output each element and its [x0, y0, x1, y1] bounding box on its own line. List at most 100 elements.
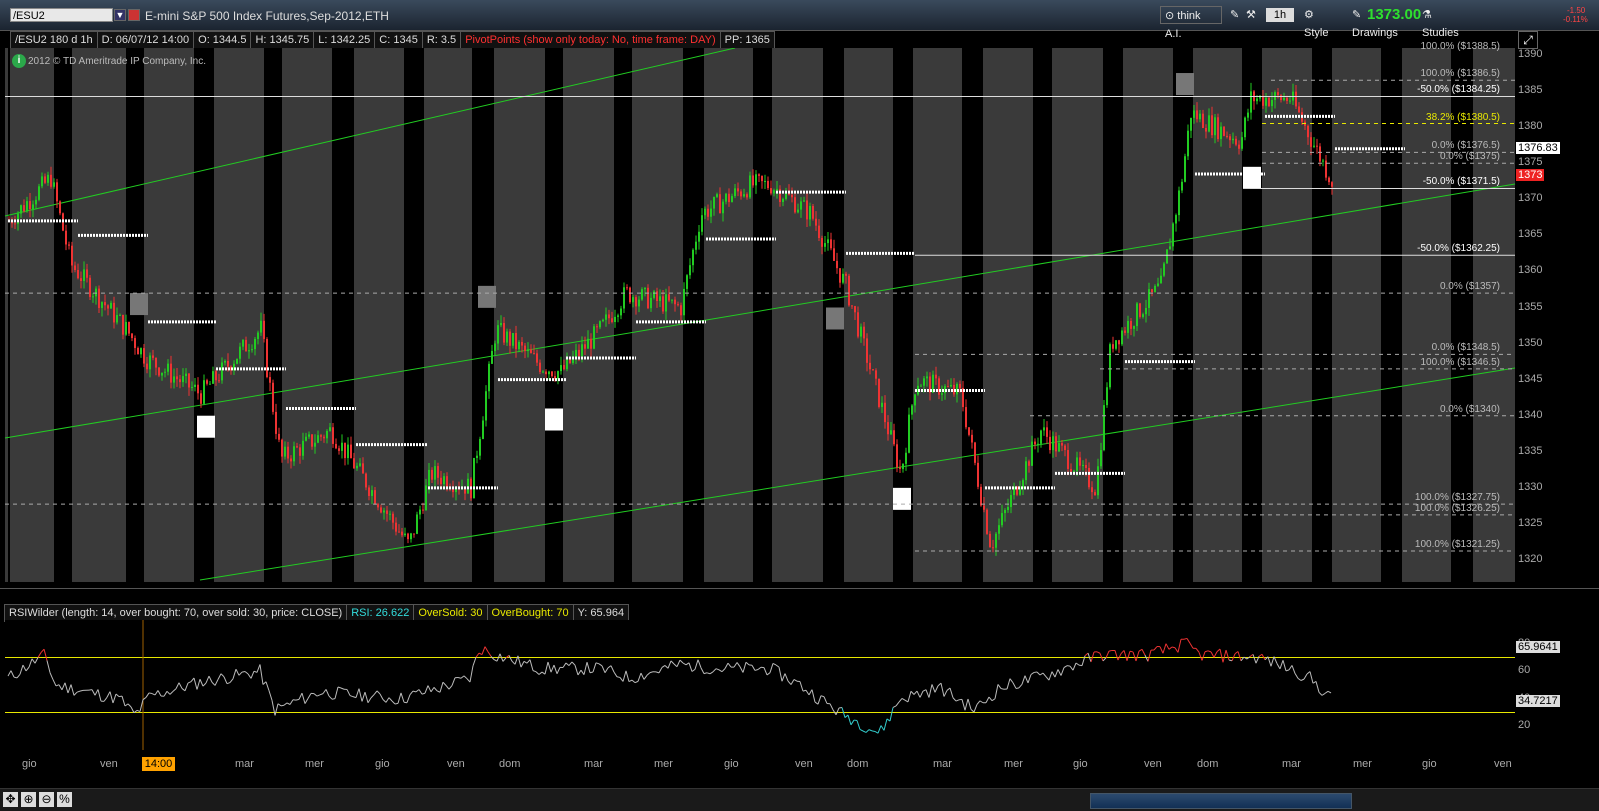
candle-body	[476, 456, 478, 458]
candle-body	[542, 372, 544, 373]
candle-body	[365, 474, 367, 488]
pivot-study-label[interactable]: PivotPoints (show only today: No, time f…	[460, 31, 720, 49]
bar-date: D: 06/07/12 14:00	[97, 31, 194, 49]
candle-body	[227, 361, 229, 367]
candle-body	[971, 435, 973, 443]
candle-body	[1211, 115, 1213, 135]
candle-body	[1112, 344, 1114, 349]
candle-body	[602, 320, 604, 321]
candle-body	[23, 205, 25, 211]
candle-body	[1154, 286, 1156, 292]
candle-body	[443, 476, 445, 484]
candle-body	[719, 194, 721, 213]
bottom-bar	[0, 788, 1599, 811]
dropdown-icon[interactable]: ▼	[114, 9, 126, 21]
symbol-input[interactable]: /ESU2	[10, 8, 113, 22]
candle-body	[500, 323, 502, 325]
candle-body	[740, 191, 742, 196]
candle-body	[620, 309, 622, 316]
candle-body	[842, 274, 844, 283]
time-scrollbar[interactable]	[1090, 793, 1352, 809]
candle-body	[1139, 303, 1141, 316]
info-icon[interactable]: i	[12, 54, 26, 68]
zoom-in-icon[interactable]: ⊕	[21, 792, 36, 807]
pivot-point-value: PP: 1365	[720, 31, 775, 49]
time-label: gio	[1073, 758, 1088, 770]
candle-body	[1073, 471, 1075, 472]
candle-body	[584, 344, 586, 348]
pencil-icon[interactable]: ✎	[1226, 6, 1240, 24]
percent-scale-button[interactable]: %	[57, 792, 72, 807]
candle-body	[1037, 444, 1039, 445]
candle-body	[74, 265, 76, 270]
candle-body	[1091, 487, 1093, 492]
candle-body	[266, 339, 268, 377]
rsi-segment	[149, 693, 152, 694]
wrench-icon[interactable]: ⚒	[1242, 6, 1256, 24]
candle-body	[635, 297, 637, 306]
candle-body	[1160, 276, 1162, 284]
session-band	[1103, 48, 1123, 582]
candle-body	[269, 377, 271, 383]
candle-body	[191, 387, 193, 388]
price-tick: 1330	[1518, 481, 1542, 493]
style-button[interactable]: ⚙ Style	[1300, 6, 1344, 24]
candle-body	[782, 199, 784, 202]
candle-body	[401, 532, 403, 536]
session-marker	[545, 409, 563, 431]
candle-body	[482, 420, 484, 438]
candle-body	[1289, 101, 1291, 102]
think-ai-button[interactable]: ⊙ think A.I.	[1160, 6, 1222, 24]
symbol-aggregation[interactable]: /ESU2 180 d 1h	[10, 31, 98, 49]
rsi-segment	[281, 705, 284, 706]
zoom-out-icon[interactable]: ⊖	[39, 792, 54, 807]
candle-body	[854, 306, 856, 312]
candle-body	[77, 270, 79, 278]
rsi-chart[interactable]	[0, 620, 1599, 750]
candle-body	[56, 182, 58, 201]
candle-body	[236, 359, 238, 364]
candle-body	[251, 349, 253, 350]
symbol-menu-icon[interactable]	[128, 9, 140, 21]
candle-body	[311, 434, 313, 446]
bar-open: O: 1344.5	[193, 31, 251, 49]
candle-body	[722, 202, 724, 214]
rsi-tick: 20	[1518, 719, 1530, 731]
pan-icon[interactable]: ✥	[3, 792, 18, 807]
candle-body	[992, 547, 994, 548]
timeframe-button[interactable]: 1h	[1266, 8, 1294, 22]
candle-body	[1199, 114, 1201, 120]
fib-label: 100.0% ($1321.25)	[1415, 539, 1500, 550]
time-label: dom	[847, 758, 868, 770]
candle-body	[425, 485, 427, 510]
candle-body	[110, 303, 112, 309]
candle-body	[761, 176, 763, 181]
candle-body	[1079, 457, 1081, 465]
candle-body	[113, 303, 115, 323]
candle-body	[1070, 469, 1072, 472]
last-price-box: 1373	[1516, 169, 1544, 181]
candle-body	[791, 195, 793, 197]
candle-body	[755, 174, 757, 185]
candle-body	[1028, 461, 1030, 466]
candle-body	[53, 182, 55, 186]
candle-body	[524, 346, 526, 351]
candle-body	[866, 338, 868, 362]
candle-body	[731, 196, 733, 202]
candle-body	[494, 343, 496, 350]
candle-body	[875, 370, 877, 378]
candle-body	[1064, 446, 1066, 450]
price-chart[interactable]	[0, 48, 1599, 588]
candle-body	[776, 189, 778, 190]
price-tick: 1325	[1518, 517, 1542, 529]
candle-body	[1004, 510, 1006, 513]
studies-button[interactable]: ⚗ Studies	[1418, 6, 1472, 24]
session-band	[332, 48, 354, 582]
candle-body	[1223, 127, 1225, 136]
candle-body	[1268, 98, 1270, 106]
pane-divider[interactable]	[0, 588, 1599, 589]
candle-body	[1286, 98, 1288, 101]
autoscale-icon[interactable]: ⤢	[1518, 31, 1538, 49]
price-tick: 1335	[1518, 445, 1542, 457]
candle-body	[1226, 136, 1228, 137]
